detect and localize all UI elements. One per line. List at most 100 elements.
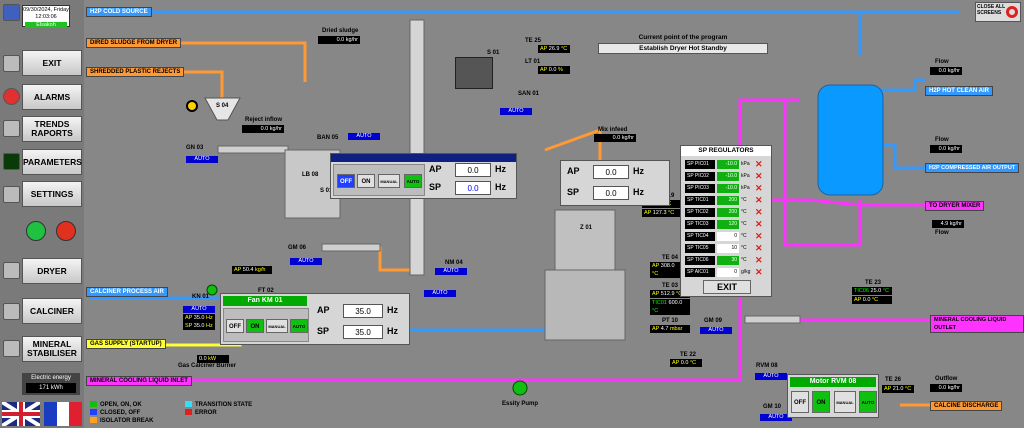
s01b-tag: S 01 xyxy=(487,50,500,56)
fan-sp-input[interactable]: 35.0 xyxy=(343,325,383,339)
close-icon xyxy=(1006,6,1018,18)
regulator-row[interactable]: SP TIC03 120 °C ✕ xyxy=(685,220,771,229)
mineral-stabiliser-button[interactable]: MINERAL STABILISER xyxy=(22,336,82,362)
trends-button[interactable]: TRENDS RAPORTS xyxy=(22,116,82,142)
regulator-row[interactable]: SP TIC02 200 °C ✕ xyxy=(685,208,771,217)
exit-button[interactable]: EXIT xyxy=(22,50,82,76)
close-all-button[interactable]: CLOSE ALL SCREENS xyxy=(975,2,1021,22)
motor-auto-button[interactable]: AUTO xyxy=(859,391,877,413)
regulator-value[interactable]: 200 xyxy=(717,208,739,217)
energy-value: 171 xyxy=(39,385,50,391)
close-icon[interactable]: ✕ xyxy=(755,160,763,169)
fan-auto-button[interactable]: AUTO xyxy=(290,319,308,333)
legend-text: ERROR xyxy=(195,410,217,416)
regulator-unit: kPa xyxy=(741,173,750,179)
dryer-button[interactable]: DRYER xyxy=(22,258,82,284)
fan-manual-button[interactable]: MANUAL xyxy=(266,319,288,333)
regulator-value[interactable]: 10 xyxy=(717,244,739,253)
date-time-box: 09/30/2024, Friday 12:03:06 Elsakoh xyxy=(22,5,70,28)
vfd1-sp-input[interactable]: 0.0 xyxy=(455,181,491,195)
vfd1-title xyxy=(331,154,516,162)
start-button[interactable] xyxy=(26,221,46,241)
ft02-auto-badge[interactable]: AUTO xyxy=(424,290,456,297)
uk-flag-icon[interactable] xyxy=(0,400,42,428)
motor-title: Motor RVM 08 xyxy=(790,377,876,387)
rvm08-auto-badge[interactable]: AUTO xyxy=(755,373,787,380)
motor-manual-button[interactable]: MANUAL xyxy=(834,391,856,413)
regulator-value[interactable]: 200 xyxy=(717,196,739,205)
parameters-icon xyxy=(3,153,20,170)
legend-swatch xyxy=(90,401,97,408)
motor-on-button[interactable]: ON xyxy=(812,391,830,413)
s04-tag: S 04 xyxy=(216,103,229,109)
regulator-row[interactable]: SP TIC06 30 °C ✕ xyxy=(685,256,771,265)
regulators-exit-button[interactable]: EXIT xyxy=(703,280,751,294)
regulator-name: SP TIC01 xyxy=(685,196,715,205)
vfd1-manual-button[interactable]: MANUAL xyxy=(378,174,400,188)
regulator-row[interactable]: SP PIC03 -10.0 kPa ✕ xyxy=(685,184,771,193)
sp-regulators-panel: SP REGULATORS SP PIC01 -10.0 kPa ✕ SP PIC02-… xyxy=(680,145,772,297)
close-icon[interactable]: ✕ xyxy=(755,208,763,217)
vfd1-auto-button[interactable]: AUTO xyxy=(404,174,422,188)
energy-box: Electric energy 171 kWh xyxy=(22,373,80,395)
vfd2-sp-input[interactable]: 0.0 xyxy=(593,186,629,200)
close-icon[interactable]: ✕ xyxy=(755,184,763,193)
legend-text: CLOSED, OFF xyxy=(100,410,141,416)
regulator-name: SP TIC02 xyxy=(685,208,715,217)
vfd-popup-1: OFF ON MANUAL AUTO AP 0.0 Hz SP 0.0 Hz xyxy=(330,153,517,199)
vfd1-sp-unit: Hz xyxy=(495,182,506,192)
regulator-name: SP TIC04 xyxy=(685,232,715,241)
san01-auto-badge[interactable]: AUTO xyxy=(500,108,532,115)
regulator-row[interactable]: SP PIC01 -10.0 kPa ✕ xyxy=(685,160,771,169)
nm04-auto-badge[interactable]: AUTO xyxy=(435,268,467,275)
regulator-row[interactable]: SP TIC01 200 °C ✕ xyxy=(685,196,771,205)
regulator-value[interactable]: -10.0 xyxy=(717,172,739,181)
regulator-name: SP PIC02 xyxy=(685,172,715,181)
vfd-popup-2: AP 0.0 Hz SP 0.0 Hz xyxy=(560,160,670,206)
close-icon[interactable]: ✕ xyxy=(755,232,763,241)
fan-off-button[interactable]: OFF xyxy=(226,319,244,333)
vfd1-off-button[interactable]: OFF xyxy=(337,174,355,188)
motor-off-button[interactable]: OFF xyxy=(791,391,809,413)
ban05-auto-badge[interactable]: AUTO xyxy=(348,133,380,140)
regulator-value[interactable]: -10.0 xyxy=(717,160,739,169)
calciner-button[interactable]: CALCINER xyxy=(22,298,82,324)
fan-on-button[interactable]: ON xyxy=(246,319,264,333)
regulator-value[interactable]: -10.0 xyxy=(717,184,739,193)
te03-reading-b: TIC01 600.0 °C xyxy=(650,299,690,315)
close-icon[interactable]: ✕ xyxy=(755,268,763,277)
regulator-row[interactable]: SP TIC05 10 °C ✕ xyxy=(685,244,771,253)
pt10-reading: AP 4.7 mbar xyxy=(650,325,690,333)
regulator-value[interactable]: 0 xyxy=(717,268,739,277)
parameters-button[interactable]: PARAMETERS xyxy=(22,149,82,175)
kn01-auto-badge[interactable]: AUTO xyxy=(183,306,215,313)
settings-button[interactable]: SETTINGS xyxy=(22,181,82,207)
gm09-auto-badge[interactable]: AUTO xyxy=(700,327,732,334)
legend-text: OPEN, ON, OK xyxy=(100,402,142,408)
te22-tag: TE 22 xyxy=(680,352,697,358)
regulator-row[interactable]: SP TIC04 0 °C ✕ xyxy=(685,232,771,241)
vfd1-on-button[interactable]: ON xyxy=(357,174,375,188)
regulator-row[interactable]: SP AIC01 0 g/kg ✕ xyxy=(685,268,771,277)
h2p-hot-label: H2P HOT CLEAN AIR xyxy=(925,86,994,96)
close-icon[interactable]: ✕ xyxy=(755,256,763,265)
stop-button[interactable] xyxy=(56,221,76,241)
vfd1-controls: OFF ON MANUAL AUTO xyxy=(333,164,425,196)
close-icon[interactable]: ✕ xyxy=(755,220,763,229)
gas-supply-label: GAS SUPPLY (STARTUP) xyxy=(86,339,166,349)
alarms-button[interactable]: ALARMS xyxy=(22,84,82,110)
mineral-inlet-label: MINERAL COOLING LIQUID INLET xyxy=(86,376,192,386)
close-icon[interactable]: ✕ xyxy=(755,196,763,205)
regulator-unit: °C xyxy=(741,209,747,215)
close-icon[interactable]: ✕ xyxy=(755,172,763,181)
regulator-row[interactable]: SP PIC02 -10.0 kPa ✕ xyxy=(685,172,771,181)
gm06-auto-badge[interactable]: AUTO xyxy=(290,258,322,265)
close-icon[interactable]: ✕ xyxy=(755,244,763,253)
fr-flag-icon[interactable] xyxy=(44,402,82,426)
regulator-value[interactable]: 0 xyxy=(717,232,739,241)
flow1-value: 0.0 kg/hr xyxy=(930,67,962,75)
gn03-auto-badge[interactable]: AUTO xyxy=(186,156,218,163)
regulator-value[interactable]: 30 xyxy=(717,256,739,265)
sidebar: 09/30/2024, Friday 12:03:06 Elsakoh EXIT… xyxy=(0,0,84,428)
regulator-value[interactable]: 120 xyxy=(717,220,739,229)
